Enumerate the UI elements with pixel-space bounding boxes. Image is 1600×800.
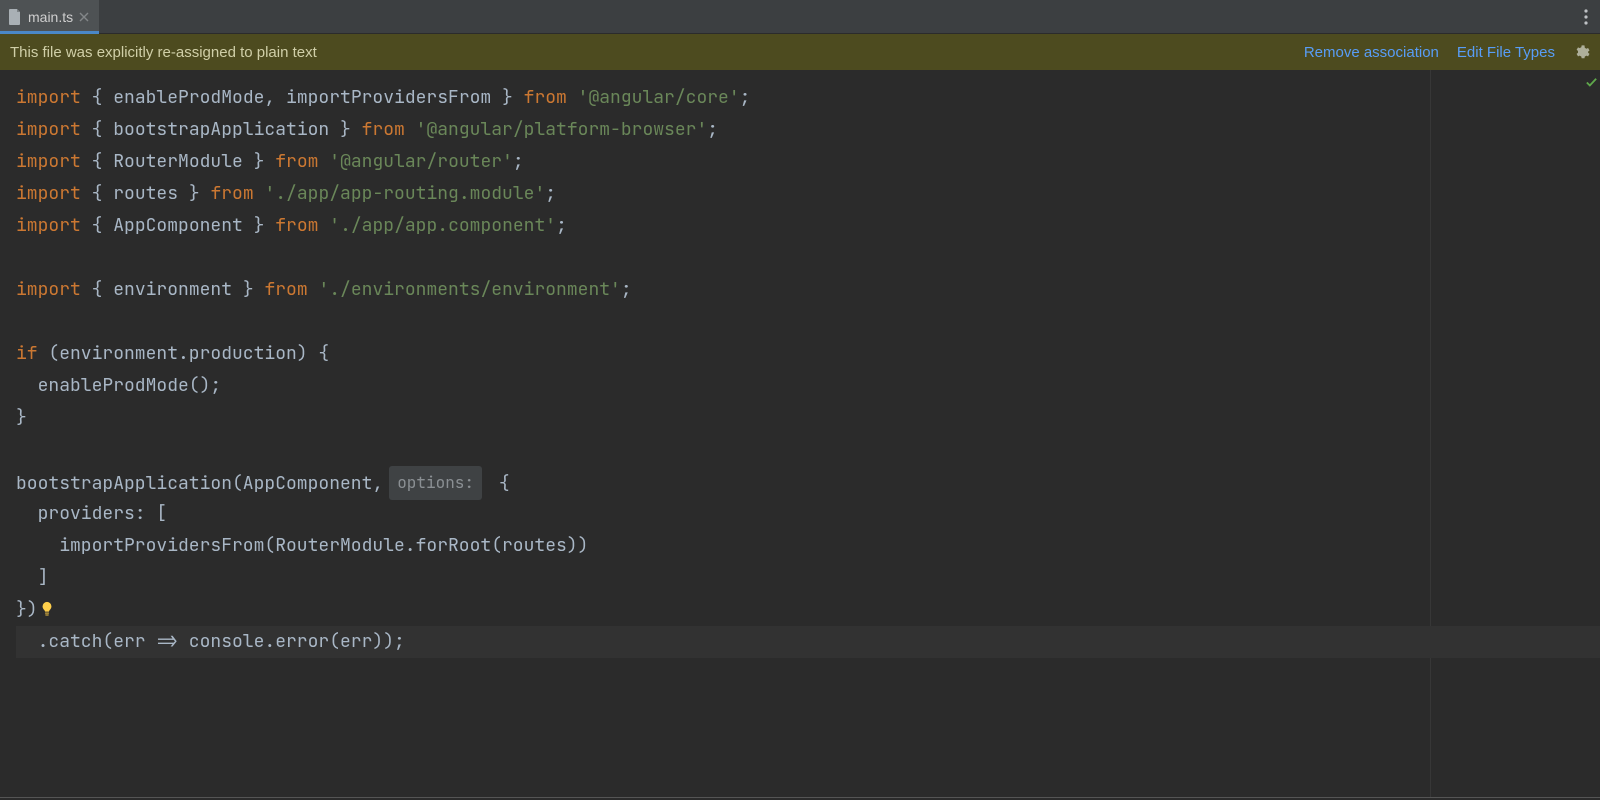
code-line: enableProdMode(); [16,370,1600,402]
file-type-warning-banner: This file was explicitly re-assigned to … [0,34,1600,70]
more-vertical-icon [1584,9,1588,25]
code-line: import { AppComponent } from './app/app.… [16,210,1600,242]
gear-icon [1573,44,1590,61]
tab-options-button[interactable] [1572,0,1600,33]
code-line: importProvidersFrom(RouterModule.forRoot… [16,530,1600,562]
banner-settings-button[interactable] [1573,44,1590,61]
edit-file-types-link[interactable]: Edit File Types [1457,44,1555,61]
remove-association-link[interactable]: Remove association [1304,44,1439,61]
banner-message: This file was explicitly re-assigned to … [10,44,1286,61]
tab-bar-spacer [99,0,1572,33]
code-line: import { environment } from './environme… [16,274,1600,306]
code-line [16,434,1600,466]
file-icon [8,9,22,25]
tab-filename: main.ts [28,9,73,25]
editor-container: import { enableProdMode, importProviders… [0,70,1600,798]
code-line [16,242,1600,274]
intention-bulb-icon[interactable] [40,596,54,628]
code-line: } [16,402,1600,434]
tab-bar: main.ts [0,0,1600,34]
code-line: providers: [ [16,498,1600,530]
code-line: }) [16,594,1600,626]
code-editor[interactable]: import { enableProdMode, importProviders… [0,70,1600,797]
code-line: import { routes } from './app/app-routin… [16,178,1600,210]
editor-tab-main[interactable]: main.ts [0,0,99,33]
code-line: import { enableProdMode, importProviders… [16,82,1600,114]
code-line: if (environment.production) { [16,338,1600,370]
code-line [16,306,1600,338]
close-tab-button[interactable] [79,9,89,25]
code-line: ] [16,562,1600,594]
parameter-hint: options: [389,466,482,500]
code-line: import { RouterModule } from '@angular/r… [16,146,1600,178]
code-line-current: .catch(err => console.error(err)); [16,626,1600,658]
code-line: import { bootstrapApplication } from '@a… [16,114,1600,146]
code-line: bootstrapApplication(AppComponent,option… [16,466,1600,498]
